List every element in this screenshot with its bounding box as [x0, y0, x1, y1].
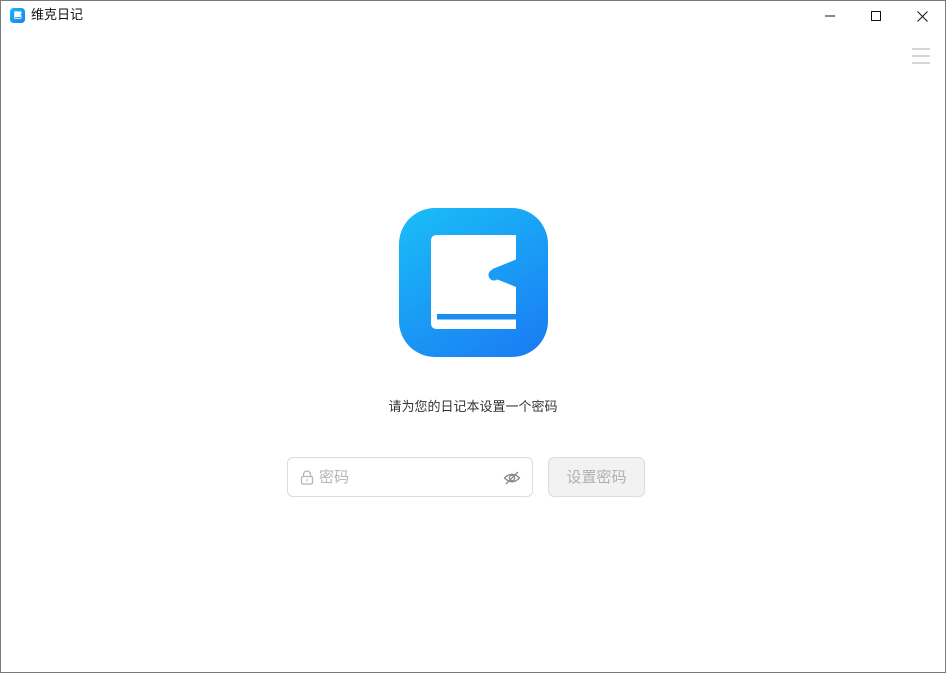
app-window: 维克日记 请为您的日记本设置一个密码 设置密码: [0, 0, 946, 673]
eye-hidden-icon[interactable]: [503, 469, 521, 487]
window-title: 维克日记: [31, 8, 84, 23]
maximize-icon: [871, 11, 881, 21]
diary-book-logo-icon: [399, 208, 548, 357]
password-input[interactable]: [319, 464, 499, 490]
hamburger-menu-icon[interactable]: [911, 47, 931, 65]
app-logo-icon: [10, 8, 25, 23]
minimize-button[interactable]: [807, 1, 853, 31]
lock-icon: [300, 470, 314, 485]
password-field-container[interactable]: [287, 457, 533, 497]
title-bar[interactable]: 维克日记: [1, 1, 945, 31]
close-button[interactable]: [899, 1, 945, 31]
maximize-button[interactable]: [853, 1, 899, 31]
close-icon: [916, 10, 928, 22]
setup-password-prompt: 请为您的日记本设置一个密码: [388, 400, 558, 415]
minimize-icon: [825, 15, 835, 17]
set-password-button[interactable]: 设置密码: [548, 457, 645, 497]
